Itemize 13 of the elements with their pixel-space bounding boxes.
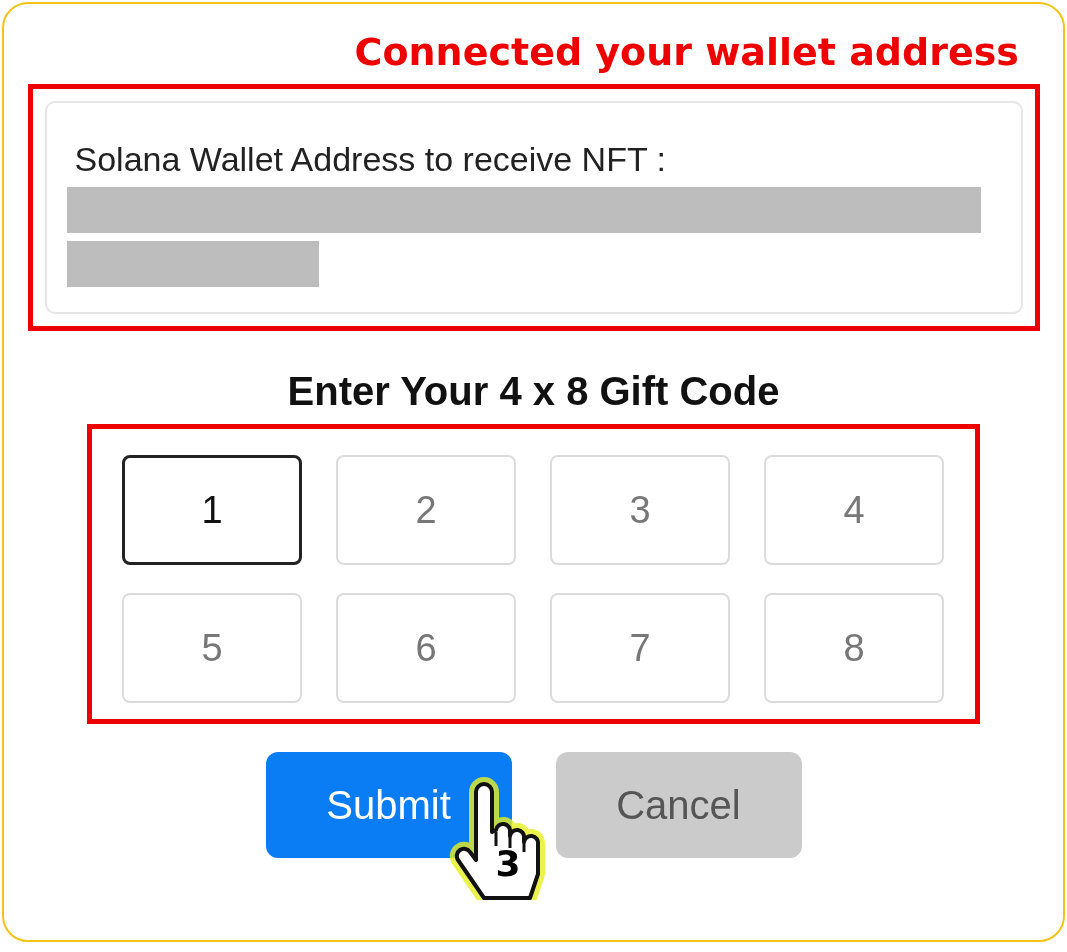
action-button[interactable]: Cancel (555, 752, 802, 858)
code-field[interactable]: 4 (764, 455, 944, 565)
annotation-title: Connected your wallet address (354, 30, 1019, 74)
code-field[interactable]: 3 (550, 455, 730, 565)
code-field[interactable]: 1 (122, 455, 302, 565)
code-field[interactable]: 6 (336, 593, 516, 703)
gift-code-title: Enter Your 4 x 8 Gift Code (287, 369, 780, 414)
wallet-label: Solana Wallet Address to receive NFT : (74, 139, 667, 179)
code-field[interactable]: 2 (336, 455, 516, 565)
code-field[interactable]: 5 (122, 593, 302, 703)
code-field[interactable]: 8 (764, 593, 944, 703)
code-field[interactable]: 7 (550, 593, 730, 703)
hand-cursor-icon (449, 777, 545, 900)
